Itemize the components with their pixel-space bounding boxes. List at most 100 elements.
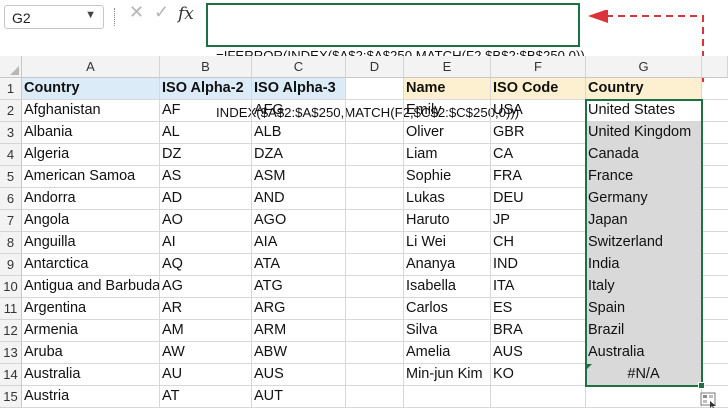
table-cell[interactable]: ASM xyxy=(252,166,346,188)
table-cell[interactable]: AQ xyxy=(160,254,252,276)
table-cell[interactable]: Haruto xyxy=(404,210,491,232)
table-cell[interactable]: AFG xyxy=(252,100,346,122)
table-cell[interactable]: AR xyxy=(160,298,252,320)
header-cell[interactable]: Country xyxy=(586,78,702,100)
row-header-11[interactable]: 11 xyxy=(0,298,22,320)
formula-input[interactable]: =IFERROR(INDEX($A$2:$A$250,MATCH(F2,$B$2… xyxy=(206,3,588,120)
grid-cell[interactable] xyxy=(346,254,404,276)
result-cell[interactable]: Germany xyxy=(586,188,702,210)
table-cell[interactable]: Lukas xyxy=(404,188,491,210)
header-cell[interactable]: ISO Alpha-2 xyxy=(160,78,252,100)
row-header-14[interactable]: 14 xyxy=(0,364,22,386)
table-cell[interactable]: ES xyxy=(491,298,586,320)
table-cell[interactable]: Armenia xyxy=(22,320,160,342)
fill-handle[interactable] xyxy=(698,382,705,389)
table-cell[interactable]: Liam xyxy=(404,144,491,166)
table-cell[interactable]: AS xyxy=(160,166,252,188)
select-all-corner[interactable] xyxy=(0,56,22,78)
header-cell[interactable]: ISO Code xyxy=(491,78,586,100)
grid-cell[interactable] xyxy=(346,188,404,210)
grid-cell[interactable] xyxy=(346,364,404,386)
row-header-5[interactable]: 5 xyxy=(0,166,22,188)
table-cell[interactable]: DZ xyxy=(160,144,252,166)
result-cell[interactable]: Australia xyxy=(586,342,702,364)
table-cell[interactable]: Algeria xyxy=(22,144,160,166)
column-header-g[interactable]: G xyxy=(586,56,702,78)
result-cell[interactable]: #N/A xyxy=(586,364,702,386)
table-cell[interactable]: AND xyxy=(252,188,346,210)
table-cell[interactable]: AL xyxy=(160,122,252,144)
grid-cell[interactable] xyxy=(346,166,404,188)
cancel-icon[interactable]: ✕ xyxy=(129,2,144,23)
table-cell[interactable]: DZA xyxy=(252,144,346,166)
header-cell[interactable]: Name xyxy=(404,78,491,100)
table-cell[interactable]: AU xyxy=(160,364,252,386)
grid-cell[interactable] xyxy=(346,122,404,144)
column-header-b[interactable]: B xyxy=(160,56,252,78)
row-header-9[interactable]: 9 xyxy=(0,254,22,276)
table-cell[interactable]: AI xyxy=(160,232,252,254)
insert-function-icon[interactable]: fx xyxy=(178,4,194,24)
table-cell[interactable]: Antarctica xyxy=(22,254,160,276)
table-cell[interactable]: Min-jun Kim xyxy=(404,364,491,386)
table-cell[interactable]: KO xyxy=(491,364,586,386)
table-cell[interactable]: Anguilla xyxy=(22,232,160,254)
table-cell[interactable]: Aruba xyxy=(22,342,160,364)
row-header-2[interactable]: 2 xyxy=(0,100,22,122)
table-cell[interactable]: FRA xyxy=(491,166,586,188)
column-header-a[interactable]: A xyxy=(22,56,160,78)
grid-cell[interactable] xyxy=(346,342,404,364)
formula-bar-grip[interactable] xyxy=(114,8,118,26)
table-cell[interactable]: Amelia xyxy=(404,342,491,364)
column-header-c[interactable]: C xyxy=(252,56,346,78)
table-cell[interactable]: Carlos xyxy=(404,298,491,320)
grid-cell[interactable] xyxy=(346,100,404,122)
table-cell[interactable]: AT xyxy=(160,386,252,408)
table-cell[interactable]: Andorra xyxy=(22,188,160,210)
table-cell[interactable]: ARM xyxy=(252,320,346,342)
table-cell[interactable]: Austria xyxy=(22,386,160,408)
table-cell[interactable]: Oliver xyxy=(404,122,491,144)
header-cell[interactable]: Country xyxy=(22,78,160,100)
table-cell[interactable]: Ananya xyxy=(404,254,491,276)
result-cell[interactable]: Japan xyxy=(586,210,702,232)
enter-checkmark-icon[interactable]: ✓ xyxy=(154,2,169,23)
grid-cell[interactable] xyxy=(404,386,491,408)
result-cell[interactable]: Canada xyxy=(586,144,702,166)
grid-cell[interactable] xyxy=(346,210,404,232)
table-cell[interactable]: ARG xyxy=(252,298,346,320)
row-header-13[interactable]: 13 xyxy=(0,342,22,364)
row-header-12[interactable]: 12 xyxy=(0,320,22,342)
name-box[interactable]: G2 ▼ xyxy=(4,5,104,29)
result-cell[interactable]: United States xyxy=(586,100,702,122)
row-header-4[interactable]: 4 xyxy=(0,144,22,166)
quick-analysis-icon[interactable] xyxy=(700,392,718,408)
table-cell[interactable]: ATA xyxy=(252,254,346,276)
table-cell[interactable]: Isabella xyxy=(404,276,491,298)
table-cell[interactable]: CH xyxy=(491,232,586,254)
result-cell[interactable]: Italy xyxy=(586,276,702,298)
column-header-e[interactable]: E xyxy=(404,56,491,78)
table-cell[interactable]: AM xyxy=(160,320,252,342)
grid-cell[interactable] xyxy=(346,276,404,298)
table-cell[interactable]: USA xyxy=(491,100,586,122)
table-cell[interactable]: AO xyxy=(160,210,252,232)
table-cell[interactable]: Australia xyxy=(22,364,160,386)
table-cell[interactable]: Antigua and Barbuda xyxy=(22,276,160,298)
table-cell[interactable]: Li Wei xyxy=(404,232,491,254)
row-header-1[interactable]: 1 xyxy=(0,78,22,100)
table-cell[interactable]: American Samoa xyxy=(22,166,160,188)
table-cell[interactable]: ABW xyxy=(252,342,346,364)
table-cell[interactable]: Albania xyxy=(22,122,160,144)
table-cell[interactable]: Sophie xyxy=(404,166,491,188)
result-cell[interactable]: Spain xyxy=(586,298,702,320)
result-cell[interactable]: India xyxy=(586,254,702,276)
table-cell[interactable]: CA xyxy=(491,144,586,166)
table-cell[interactable]: AUT xyxy=(252,386,346,408)
grid-cell[interactable] xyxy=(346,320,404,342)
row-header-6[interactable]: 6 xyxy=(0,188,22,210)
table-cell[interactable]: BRA xyxy=(491,320,586,342)
table-cell[interactable]: AG xyxy=(160,276,252,298)
table-cell[interactable]: AIA xyxy=(252,232,346,254)
table-cell[interactable]: AUS xyxy=(252,364,346,386)
